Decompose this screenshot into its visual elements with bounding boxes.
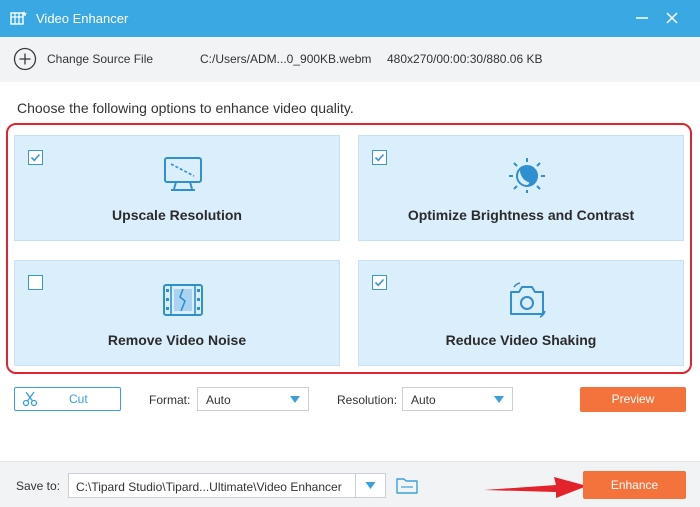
- camera-stabilize-icon: [510, 282, 546, 318]
- option-label: Upscale Resolution: [112, 207, 242, 223]
- option-upscale-resolution[interactable]: Upscale Resolution: [14, 135, 340, 241]
- option-label: Reduce Video Shaking: [445, 332, 597, 348]
- option-remove-video-noise[interactable]: Remove Video Noise: [14, 260, 340, 366]
- instructions-text: Choose the following options to enhance …: [17, 100, 354, 116]
- upscale-resolution-checkbox[interactable]: [28, 150, 43, 165]
- chevron-down-icon: [494, 396, 504, 403]
- monitor-icon: [164, 157, 202, 191]
- option-reduce-video-shaking[interactable]: Reduce Video Shaking: [358, 260, 684, 366]
- chevron-down-icon: [290, 396, 300, 403]
- change-source-file-button[interactable]: Change Source File: [47, 52, 153, 66]
- source-file-path: C:/Users/ADM...0_900KB.webm: [200, 52, 372, 66]
- red-arrow-icon: [484, 477, 587, 498]
- option-label: Remove Video Noise: [107, 332, 247, 348]
- bottom-bar: Save to: C:\Tipard Studio\Tipard...Ultim…: [0, 461, 700, 507]
- save-path-select[interactable]: C:\Tipard Studio\Tipard...Ultimate\Video…: [68, 473, 386, 498]
- format-label: Format:: [149, 393, 191, 407]
- save-to-label: Save to:: [16, 479, 61, 493]
- title-bar: Video Enhancer: [0, 0, 700, 37]
- resolution-select[interactable]: Auto: [402, 387, 513, 411]
- reduce-video-shaking-checkbox[interactable]: [372, 275, 387, 290]
- enhance-button[interactable]: Enhance: [583, 471, 686, 499]
- option-label: Optimize Brightness and Contrast: [407, 207, 635, 223]
- save-path-dropdown[interactable]: [355, 474, 385, 497]
- film-noise-icon: [163, 284, 203, 316]
- minimize-icon[interactable]: [632, 8, 652, 28]
- cut-label: Cut: [69, 392, 88, 406]
- cut-button[interactable]: Cut: [14, 387, 121, 411]
- optimize-brightness-checkbox[interactable]: [372, 150, 387, 165]
- folder-icon[interactable]: [396, 475, 418, 495]
- option-optimize-brightness[interactable]: Optimize Brightness and Contrast: [358, 135, 684, 241]
- chevron-down-icon: [365, 482, 376, 489]
- preview-button[interactable]: Preview: [580, 387, 686, 412]
- resolution-value: Auto: [411, 393, 436, 407]
- window-title: Video Enhancer: [36, 11, 129, 26]
- close-icon[interactable]: [662, 8, 682, 28]
- format-select[interactable]: Auto: [197, 387, 309, 411]
- source-file-bar: Change Source File C:/Users/ADM...0_900K…: [0, 37, 700, 82]
- checkmark-icon: [374, 278, 385, 287]
- scissors-icon: [22, 391, 38, 407]
- remove-video-noise-checkbox[interactable]: [28, 275, 43, 290]
- format-value: Auto: [206, 393, 231, 407]
- resolution-label: Resolution:: [337, 393, 398, 407]
- checkmark-icon: [374, 153, 385, 162]
- brightness-icon: [509, 158, 545, 193]
- app-icon: [10, 11, 27, 25]
- checkmark-icon: [30, 153, 41, 162]
- source-file-info: 480x270/00:00:30/880.06 KB: [387, 52, 543, 66]
- save-path-value: C:\Tipard Studio\Tipard...Ultimate\Video…: [76, 480, 342, 494]
- add-file-icon[interactable]: [13, 47, 37, 71]
